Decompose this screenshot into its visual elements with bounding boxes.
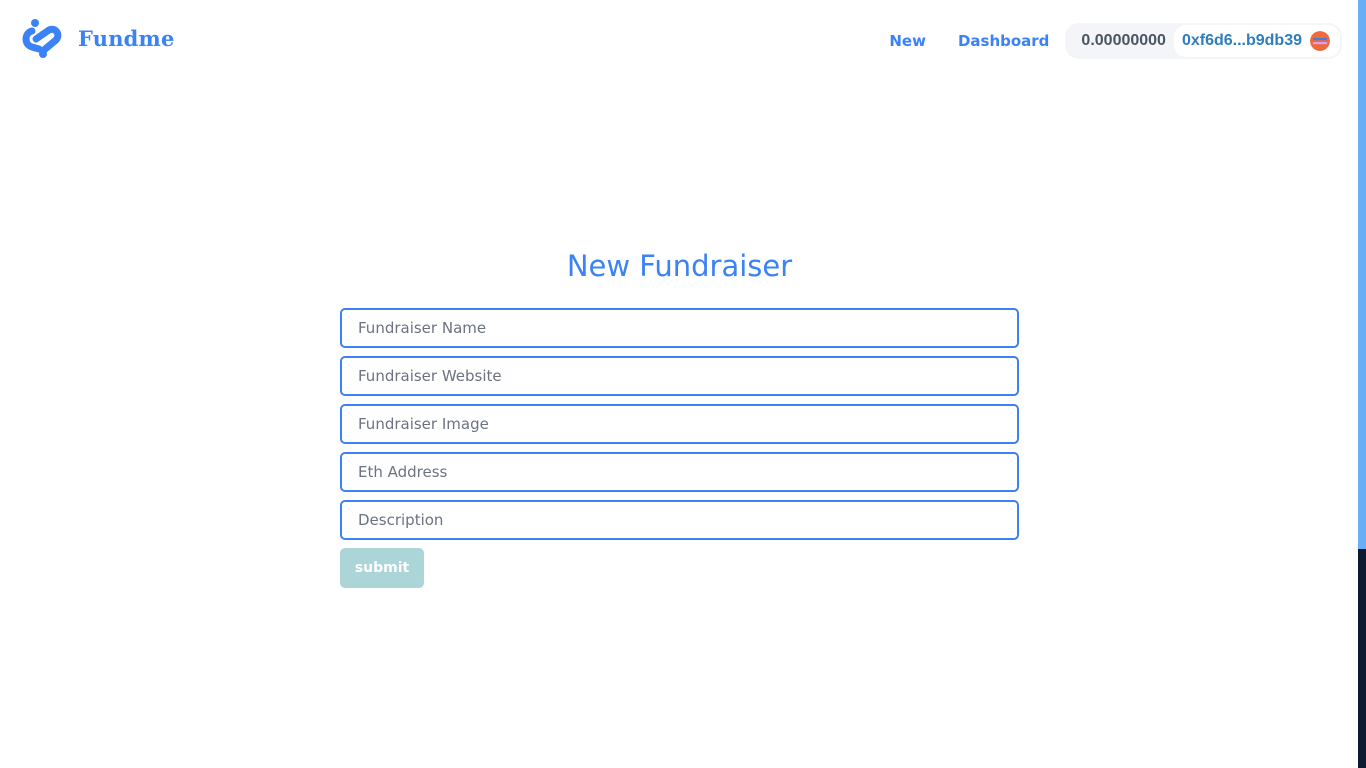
wallet-widget[interactable]: 0.00000000 0xf6d6...b9db39 xyxy=(1065,23,1342,59)
wallet-address-chip[interactable]: 0xf6d6...b9db39 xyxy=(1173,25,1340,57)
wallet-balance: 0.00000000 xyxy=(1081,32,1166,49)
scrollbar-track xyxy=(1358,549,1366,768)
nav-new-link[interactable]: New xyxy=(889,32,926,50)
fundme-logo-icon xyxy=(22,19,62,58)
fundraiser-website-input[interactable] xyxy=(340,356,1019,396)
nav-dashboard-link[interactable]: Dashboard xyxy=(958,32,1049,50)
submit-button[interactable]: submit xyxy=(340,548,424,588)
page: Fundme New Dashboard 0.00000000 0xf6d6..… xyxy=(0,0,1366,768)
brand[interactable]: Fundme xyxy=(22,18,175,58)
scrollbar-thumb[interactable] xyxy=(1358,0,1366,549)
brand-name: Fundme xyxy=(78,25,175,51)
description-input[interactable] xyxy=(340,500,1019,540)
eth-address-input[interactable] xyxy=(340,452,1019,492)
page-title: New Fundraiser xyxy=(566,249,793,283)
nav-menu: New Dashboard 0.00000000 0xf6d6...b9db39 xyxy=(889,22,1342,60)
fundraiser-name-input[interactable] xyxy=(340,308,1019,348)
wallet-avatar-icon xyxy=(1310,31,1330,51)
fundraiser-image-input[interactable] xyxy=(340,404,1019,444)
top-navbar: Fundme New Dashboard 0.00000000 0xf6d6..… xyxy=(0,0,1358,82)
wallet-address: 0xf6d6...b9db39 xyxy=(1181,32,1302,49)
new-fundraiser-form: New Fundraiser submit xyxy=(340,244,1019,588)
page-scrollbar[interactable] xyxy=(1358,0,1366,768)
